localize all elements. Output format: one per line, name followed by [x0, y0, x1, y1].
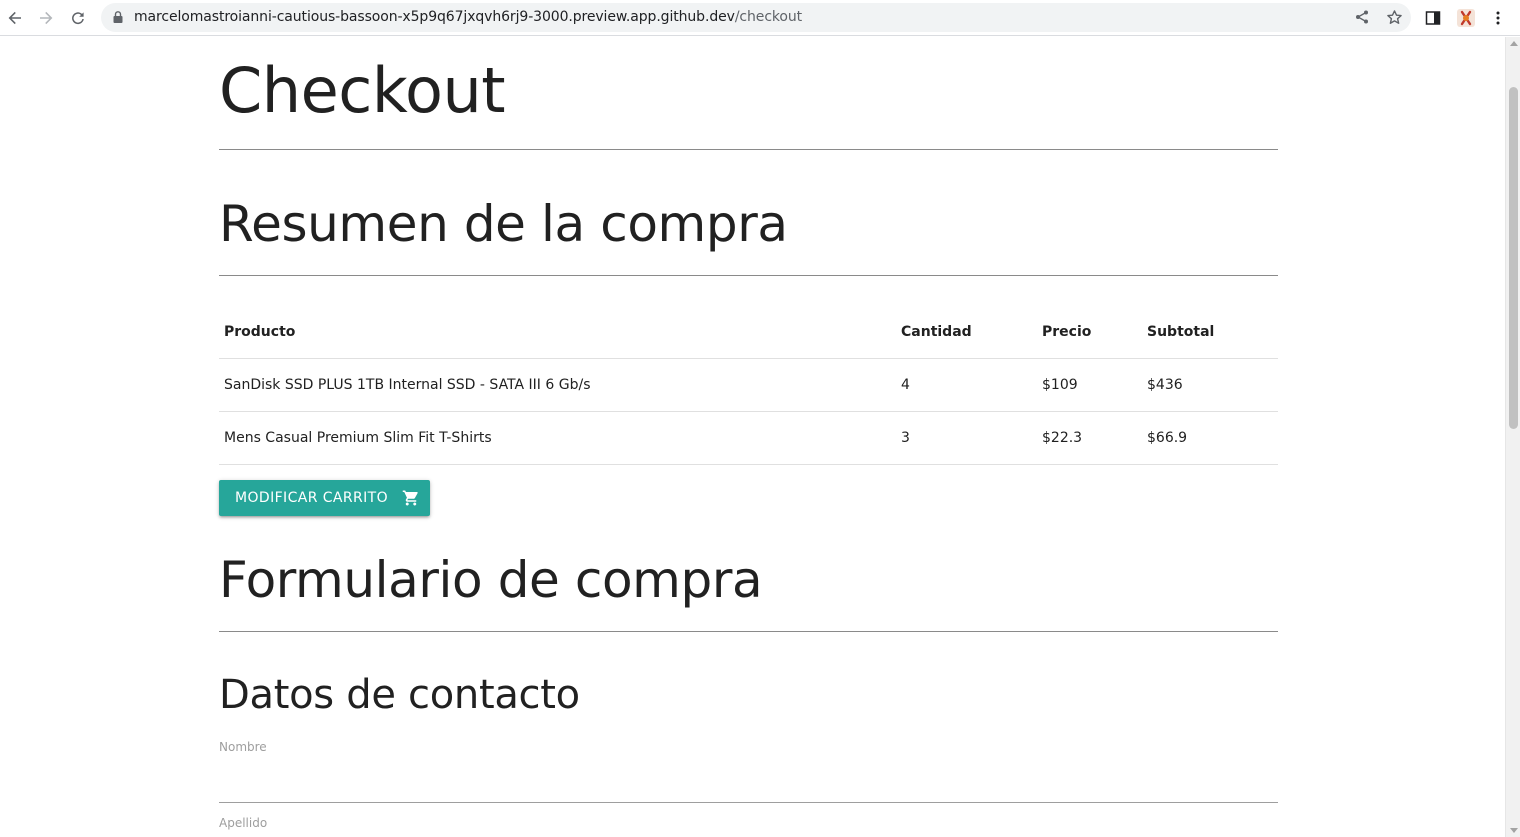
forward-button[interactable]	[34, 6, 58, 30]
url-host: marcelomastroianni-cautious-bassoon-x5p9…	[134, 9, 735, 25]
arrow-right-icon	[40, 11, 53, 25]
quantity-cell: 4	[896, 357, 1037, 411]
column-header-price: Precio	[1042, 324, 1092, 341]
page-scrollbar[interactable]	[1505, 37, 1520, 837]
extension-icon	[1457, 9, 1475, 27]
share-icon	[1356, 10, 1368, 24]
summary-heading: Resumen de la compra	[219, 195, 788, 253]
price-cell: $109	[1037, 357, 1142, 411]
product-cell: Mens Casual Premium Slim Fit T-Shirts	[219, 410, 896, 465]
side-panel-icon	[1425, 11, 1441, 25]
first-name-input[interactable]	[219, 763, 1278, 803]
subtotal-cell: $436	[1142, 357, 1278, 411]
reload-button[interactable]	[66, 6, 90, 30]
url-path: /checkout	[734, 9, 803, 25]
side-panel-button[interactable]	[1421, 6, 1445, 30]
table-row: SanDisk SSD PLUS 1TB Internal SSD - SATA…	[219, 357, 1278, 411]
share-button[interactable]	[1352, 7, 1372, 27]
scroll-down-arrow-icon[interactable]	[1510, 828, 1518, 833]
table-row: Mens Casual Premium Slim Fit T-Shirts 3 …	[219, 410, 1278, 465]
price-cell: $22.3	[1037, 410, 1142, 465]
divider	[219, 275, 1278, 276]
page-title: Checkout	[219, 54, 506, 127]
url-text[interactable]: marcelomastroianni-cautious-bassoon-x5p9…	[134, 8, 802, 27]
contact-heading: Datos de contacto	[219, 672, 580, 718]
modify-cart-button[interactable]: Modificar carrito	[219, 480, 430, 516]
column-header-subtotal: Subtotal	[1147, 324, 1215, 341]
modify-cart-label: Modificar carrito	[235, 490, 389, 506]
back-button[interactable]	[3, 6, 27, 30]
product-cell: SanDisk SSD PLUS 1TB Internal SSD - SATA…	[219, 357, 896, 411]
bookmark-button[interactable]	[1384, 7, 1404, 27]
divider	[219, 631, 1278, 632]
order-summary-table: Producto Cantidad Precio Subtotal SanDis…	[219, 307, 1278, 465]
reload-icon	[72, 12, 84, 25]
column-header-product: Producto	[224, 324, 296, 341]
subtotal-cell: $66.9	[1142, 410, 1278, 465]
browser-menu-button[interactable]	[1486, 6, 1510, 30]
quantity-cell: 3	[896, 410, 1037, 465]
arrow-left-icon	[8, 11, 21, 25]
kebab-menu-icon	[1496, 11, 1500, 25]
star-icon	[1386, 9, 1402, 24]
table-header-row: Producto Cantidad Precio Subtotal	[219, 307, 1278, 358]
shopping-cart-icon	[402, 489, 420, 507]
last-name-label: Apellido	[219, 816, 268, 830]
scroll-up-arrow-icon[interactable]	[1510, 41, 1518, 46]
lock-icon[interactable]	[111, 10, 125, 24]
form-heading: Formulario de compra	[219, 551, 763, 609]
first-name-label: Nombre	[219, 740, 267, 754]
column-header-quantity: Cantidad	[901, 324, 972, 341]
extension-button[interactable]	[1454, 6, 1478, 30]
divider	[219, 149, 1278, 150]
address-bar[interactable]: marcelomastroianni-cautious-bassoon-x5p9…	[101, 3, 1411, 32]
browser-toolbar: marcelomastroianni-cautious-bassoon-x5p9…	[0, 0, 1520, 36]
scrollbar-thumb[interactable]	[1509, 87, 1518, 429]
